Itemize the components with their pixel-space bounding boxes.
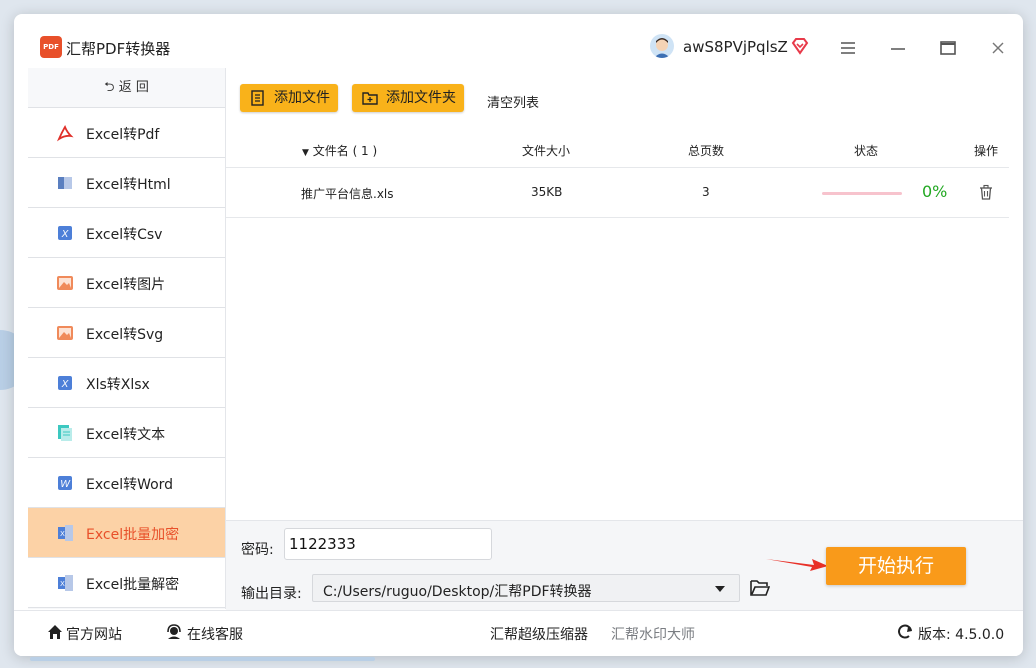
sidebar-item-label: Excel转文本 (86, 427, 166, 443)
vip-diamond-icon[interactable] (791, 37, 809, 55)
table-row[interactable]: 推广平台信息.xls 35KB 3 0% (226, 168, 1009, 218)
sidebar: ⮌ 返 回 Excel转Pdf Excel转Html X Excel转Csv E… (28, 68, 226, 609)
back-label: 返 回 (118, 80, 149, 95)
pdf-icon (56, 124, 74, 142)
header-name-label: 文件名 ( 1 ) (312, 144, 378, 158)
file-table-header: ▼ 文件名 ( 1 ) 文件大小 总页数 状态 操作 (226, 132, 1009, 168)
html-icon (58, 177, 72, 189)
add-file-icon (251, 90, 264, 106)
sort-caret-icon: ▼ (302, 148, 309, 158)
excel-unlock-icon: X (58, 575, 73, 591)
sidebar-item-label: Excel转Word (86, 477, 174, 493)
sidebar-item-excel-to-html[interactable]: Excel转Html (28, 158, 225, 208)
close-icon[interactable] (988, 38, 1008, 58)
header-pages: 总页数 (688, 144, 725, 158)
maximize-icon[interactable] (938, 38, 958, 58)
back-arrow-icon: ⮌ (104, 80, 115, 95)
version-label: 版本: 4.5.0.0 (918, 627, 1005, 643)
add-file-button[interactable]: 添加文件 (240, 84, 338, 112)
page-count: 3 (702, 185, 710, 199)
svg-image-icon (57, 326, 73, 340)
official-website-link[interactable]: 官方网站 (66, 624, 122, 644)
progress-bar (822, 192, 902, 195)
app-title: 汇帮PDF转换器 (66, 40, 171, 58)
minimize-icon[interactable] (888, 38, 908, 58)
svg-text:X: X (60, 581, 65, 588)
sidebar-item-label: Excel批量解密 (86, 577, 180, 593)
add-file-label: 添加文件 (274, 90, 330, 106)
status-bar: 官方网站 在线客服 汇帮超级压缩器 汇帮水印大师 版本: 4.5.0.0 (14, 610, 1023, 656)
sidebar-item-excel-to-csv[interactable]: X Excel转Csv (28, 208, 225, 258)
output-dir-select[interactable]: C:/Users/ruguo/Desktop/汇帮PDF转换器 (312, 574, 740, 602)
word-icon: W (58, 476, 72, 490)
sidebar-item-label: Xls转Xlsx (86, 377, 150, 393)
xls-icon: X (58, 376, 72, 390)
delete-icon[interactable] (978, 184, 994, 200)
clear-list-button[interactable]: 清空列表 (487, 92, 539, 111)
sidebar-item-label: Excel转图片 (86, 277, 166, 293)
app-window: PDF 汇帮PDF转换器 awS8PVjPqlsZ ⮌ 返 回 Excel转Pd… (14, 14, 1023, 656)
add-folder-button[interactable]: 添加文件夹 (352, 84, 464, 112)
user-name[interactable]: awS8PVjPqlsZ (683, 38, 788, 56)
add-folder-icon (362, 92, 378, 105)
password-input[interactable] (284, 528, 492, 560)
text-doc-icon (58, 425, 72, 441)
svg-text:X: X (61, 379, 69, 390)
image-icon (57, 276, 73, 290)
sidebar-item-label: Excel批量加密 (86, 527, 180, 543)
watermark-link[interactable]: 汇帮水印大师 (611, 624, 695, 644)
svg-text:X: X (60, 531, 65, 538)
svg-text:W: W (60, 479, 71, 490)
sidebar-item-label: Excel转Csv (86, 227, 163, 243)
sidebar-item-excel-to-image[interactable]: Excel转图片 (28, 258, 225, 308)
sidebar-item-excel-batch-decrypt[interactable]: X Excel批量解密 (28, 558, 225, 608)
file-name: 推广平台信息.xls (301, 187, 394, 201)
online-support-link[interactable]: 在线客服 (187, 624, 243, 644)
sidebar-item-label: Excel转Svg (86, 327, 164, 343)
file-size: 35KB (531, 185, 563, 199)
sidebar-item-label: Excel转Pdf (86, 127, 160, 143)
password-label: 密码: (241, 542, 274, 558)
sidebar-item-excel-to-word[interactable]: W Excel转Word (28, 458, 225, 508)
progress-percent: 0% (922, 182, 948, 201)
header-size: 文件大小 (522, 144, 571, 158)
sidebar-item-excel-to-pdf[interactable]: Excel转Pdf (28, 108, 225, 158)
options-panel: 密码: 输出目录: C:/Users/ruguo/Desktop/汇帮PDF转换… (226, 520, 1023, 610)
header-name[interactable]: ▼ 文件名 ( 1 ) (302, 142, 377, 159)
chevron-down-icon (715, 586, 725, 592)
csv-icon: X (58, 226, 72, 240)
home-icon (48, 625, 62, 639)
sidebar-item-label: Excel转Html (86, 177, 171, 193)
menu-icon[interactable] (838, 38, 858, 58)
open-folder-icon[interactable] (750, 579, 770, 597)
header-action: 操作 (974, 144, 999, 158)
back-button[interactable]: ⮌ 返 回 (28, 68, 225, 108)
compressor-link[interactable]: 汇帮超级压缩器 (490, 624, 588, 644)
start-button[interactable]: 开始执行 (826, 547, 966, 585)
excel-lock-icon: X (58, 525, 73, 541)
svg-text:X: X (61, 229, 69, 240)
add-folder-label: 添加文件夹 (386, 90, 456, 106)
sidebar-item-excel-to-svg[interactable]: Excel转Svg (28, 308, 225, 358)
avatar[interactable] (650, 34, 674, 58)
sidebar-item-xls-to-xlsx[interactable]: X Xls转Xlsx (28, 358, 225, 408)
sidebar-item-excel-batch-encrypt[interactable]: X Excel批量加密 (28, 508, 225, 558)
sidebar-item-excel-to-text[interactable]: Excel转文本 (28, 408, 225, 458)
header-status: 状态 (854, 144, 879, 158)
desktop-taskbar-line (30, 657, 375, 661)
title-bar: PDF 汇帮PDF转换器 awS8PVjPqlsZ (14, 14, 1023, 68)
output-dir-value: C:/Users/ruguo/Desktop/汇帮PDF转换器 (323, 584, 592, 600)
output-dir-label: 输出目录: (241, 586, 302, 602)
refresh-icon[interactable] (896, 623, 914, 641)
app-logo-icon: PDF (40, 36, 62, 58)
headset-icon (167, 624, 181, 639)
